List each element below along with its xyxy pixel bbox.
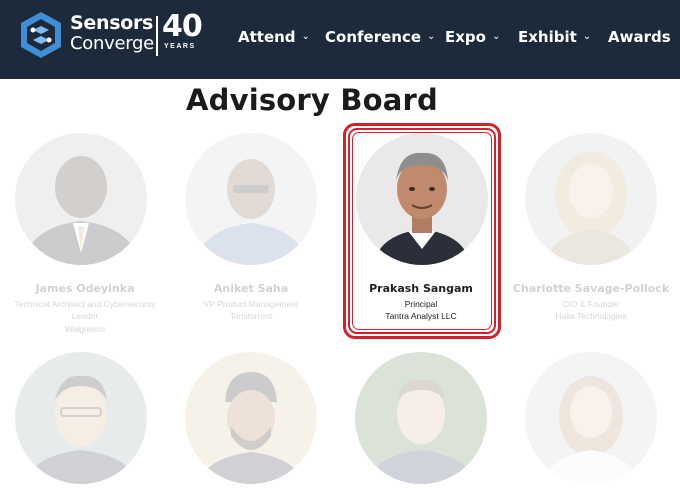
chevron-down-icon: ⌄	[427, 30, 436, 42]
avatar-photo-row2-2[interactable]	[185, 352, 317, 484]
member-company: Halia Technologies	[555, 311, 627, 321]
avatar-photo[interactable]	[15, 133, 147, 265]
nav-item-exhibit[interactable]: Exhibit ⌄	[518, 26, 591, 48]
logo-divider	[156, 16, 158, 56]
site-header: Sensors Converge 40 YEARS Attend ⌄ Confer…	[0, 0, 680, 79]
chevron-down-icon: ⌄	[301, 30, 310, 42]
nav-label: Exhibit	[518, 28, 577, 46]
nav-label: Conference	[325, 28, 422, 46]
avatar-photo[interactable]	[185, 133, 317, 265]
member-company: Walgreens	[64, 324, 106, 334]
avatar-photo[interactable]	[525, 133, 657, 265]
nav-label: Attend	[238, 28, 296, 46]
chevron-down-icon: ⌄	[582, 30, 592, 42]
logo-line2: Converge	[70, 33, 154, 54]
member-title: CIO & Founder	[562, 299, 620, 309]
logo-years-label: YEARS	[164, 43, 196, 50]
nav-label: Expo	[445, 28, 486, 46]
avatar-photo-row2-4[interactable]	[525, 352, 657, 484]
nav-label: Awards	[608, 28, 671, 46]
member-company: Tantra Analyst LLC	[385, 311, 457, 321]
member-title: VP Product Management	[203, 299, 299, 309]
nav-item-awards[interactable]: Awards	[608, 26, 671, 48]
logo-40-number: 40	[162, 9, 203, 44]
nav-item-conference[interactable]: Conference ⌄	[325, 26, 435, 48]
avatar-photo-row2-3[interactable]	[355, 352, 487, 484]
member-title-cont: Leader	[71, 311, 99, 321]
avatar-photo[interactable]	[356, 133, 488, 265]
logo-line1: Sensors	[70, 12, 154, 34]
member-company: Tenstorrent	[229, 311, 273, 321]
member-name: James Odeyinka	[35, 282, 135, 295]
nav-item-attend[interactable]: Attend ⌄	[238, 26, 310, 48]
nav-item-expo[interactable]: Expo ⌄	[445, 26, 500, 48]
logo-wordmark[interactable]: Sensors Converge	[70, 14, 154, 53]
chevron-down-icon: ⌄	[491, 30, 501, 42]
member-name: Aniket Saha	[213, 282, 289, 295]
page-title: Advisory Board	[186, 83, 438, 117]
member-name: Prakash Sangam	[369, 282, 473, 295]
member-name: Charlotte Savage-Pollock	[512, 282, 670, 295]
sensors-converge-logo-icon[interactable]	[16, 10, 66, 60]
member-title: Principal	[404, 299, 438, 309]
member-title: Technical Architect and Cybersecurity	[14, 299, 156, 309]
avatar-photo-row2-1[interactable]	[15, 352, 147, 484]
